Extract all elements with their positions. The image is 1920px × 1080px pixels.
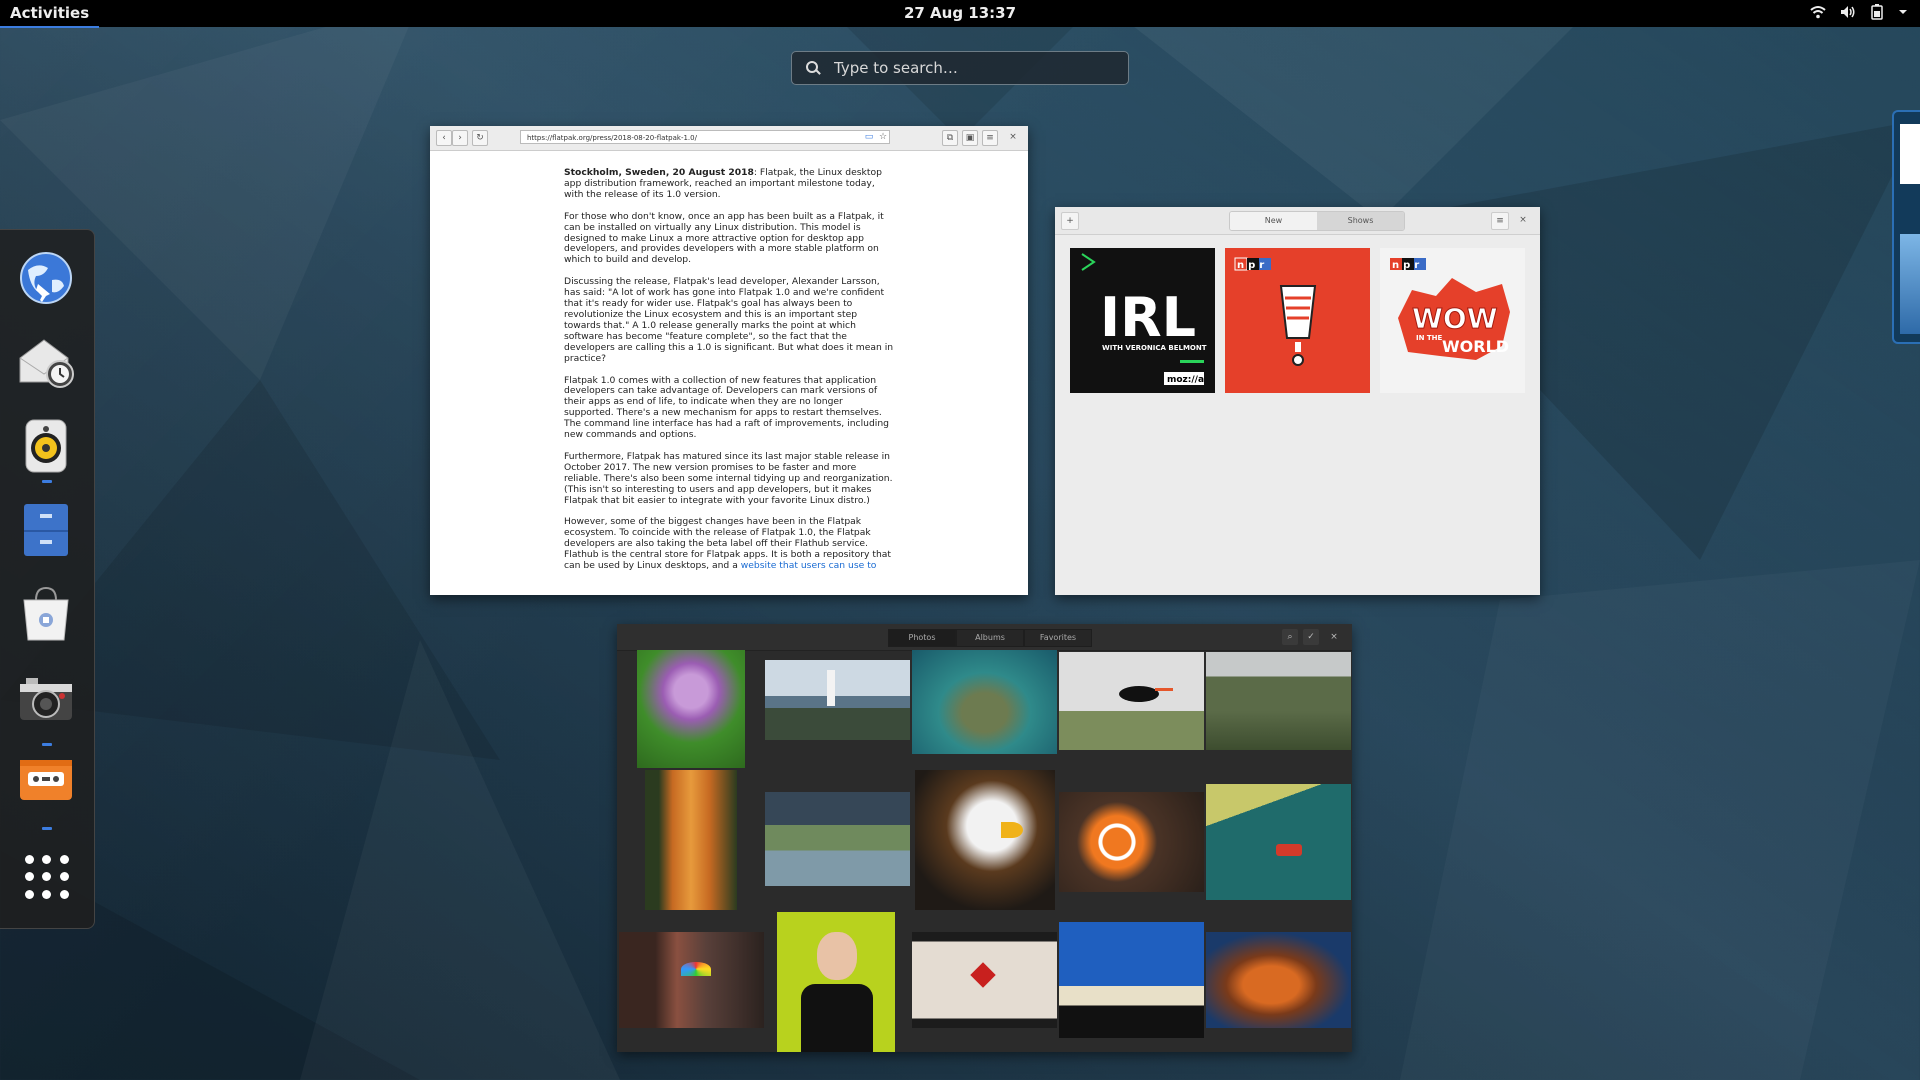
photos-view-switcher: Photos Albums Favorites <box>888 629 1092 647</box>
url-bar[interactable]: https://flatpak.org/press/2018-08-20-fla… <box>520 130 890 144</box>
close-icon[interactable]: × <box>1515 212 1531 228</box>
svg-text:IN THE: IN THE <box>1416 334 1443 342</box>
photo-orchid[interactable] <box>637 650 745 768</box>
photo-zebra[interactable] <box>765 792 910 886</box>
npr-logo: npr <box>1392 260 1423 271</box>
search-icon <box>806 61 820 75</box>
photos-window[interactable]: Photos Albums Favorites ⌕ ✓ × <box>617 624 1352 1052</box>
dash <box>0 229 95 929</box>
photo-sea-turtle[interactable] <box>912 650 1057 754</box>
podcast-cover-wow-in-the-world[interactable]: npr WOW IN THE WORLD <box>1380 248 1525 393</box>
close-icon[interactable]: × <box>1326 629 1342 645</box>
photo-umbrellas-street[interactable] <box>619 932 764 1028</box>
article-paragraph: Discussing the release, Flatpak's lead d… <box>564 276 894 364</box>
svg-text:WORLD: WORLD <box>1442 337 1509 356</box>
browser-window[interactable]: ‹ › ↻ https://flatpak.org/press/2018-08-… <box>430 126 1028 595</box>
close-icon[interactable]: × <box>1006 130 1020 144</box>
mozilla-logo: moz://a <box>1167 375 1204 385</box>
top-bar: Activities 27 Aug 13:37 <box>0 0 1920 28</box>
workspace-thumbnail[interactable] <box>1892 110 1920 344</box>
view-switcher: New Shows <box>1229 211 1405 231</box>
pages-icon[interactable]: ⧉ <box>942 130 958 146</box>
wifi-icon <box>1810 6 1826 19</box>
podcast-cover-irl[interactable]: IRL WITH VERONICA BELMONT moz://a <box>1070 248 1215 393</box>
photo-sleeping-fox[interactable] <box>1206 932 1351 1028</box>
article-paragraph: Stockholm, Sweden, 20 August 2018: Flatp… <box>564 167 882 200</box>
photo-oystercatcher[interactable] <box>1059 652 1204 750</box>
clock[interactable]: 27 Aug 13:37 <box>0 4 1920 22</box>
system-menu-arrow-icon <box>1899 10 1907 14</box>
podcast-subtitle: WITH VERONICA BELMONT <box>1102 344 1207 352</box>
article-paragraph: Furthermore, Flatpak has matured since i… <box>564 450 893 506</box>
menu-icon[interactable]: ≡ <box>982 130 998 146</box>
podcasts-headerbar: + New Shows ≡ × <box>1055 207 1540 235</box>
article-body: Stockholm, Sweden, 20 August 2018: Flatp… <box>564 167 894 583</box>
system-tray[interactable] <box>1810 4 1908 20</box>
tab-albums[interactable]: Albums <box>956 629 1024 647</box>
add-podcast-button[interactable]: + <box>1061 212 1079 230</box>
article-paragraph: Flatpak 1.0 comes with a collection of n… <box>564 374 889 441</box>
tab-favorites[interactable]: Favorites <box>1024 629 1092 647</box>
photo-lighthouse[interactable] <box>765 660 910 740</box>
photo-canyon[interactable] <box>1206 652 1351 750</box>
photo-jumping-silhouettes[interactable] <box>1059 922 1204 1038</box>
running-indicator <box>42 743 52 746</box>
running-indicator <box>42 827 52 830</box>
podcast-title: WOW <box>1412 302 1498 335</box>
evolution-mail-icon[interactable] <box>18 334 74 390</box>
software-icon[interactable] <box>18 586 74 642</box>
files-icon[interactable] <box>18 502 74 558</box>
article-paragraph: For those who don't know, once an app ha… <box>564 210 884 266</box>
reload-icon[interactable]: ↻ <box>472 130 488 146</box>
photo-boy-watermelon[interactable] <box>777 912 895 1052</box>
search-input[interactable] <box>832 58 1116 78</box>
downloads-icon[interactable]: ▣ <box>962 130 978 146</box>
tab-new[interactable]: New <box>1230 212 1317 230</box>
photo-heart-graffiti[interactable] <box>912 932 1057 1028</box>
podcasts-window[interactable]: + New Shows ≡ × IRL WITH VERONICA BELMON… <box>1055 207 1540 595</box>
cassette-tape-icon[interactable] <box>18 754 74 810</box>
search-icon[interactable]: ⌕ <box>1282 629 1298 645</box>
rhythmbox-icon[interactable] <box>18 418 74 474</box>
photos-headerbar: Photos Albums Favorites ⌕ ✓ × <box>617 624 1352 651</box>
web-browser-icon[interactable] <box>18 250 74 306</box>
flathub-website-link[interactable]: website that users can use to <box>741 560 877 571</box>
bookmark-star-icon[interactable]: ☆ <box>876 130 890 144</box>
podcast-title: IRL <box>1100 286 1196 349</box>
back-icon[interactable]: ‹ <box>436 130 452 146</box>
browser-toolbar: ‹ › ↻ https://flatpak.org/press/2018-08-… <box>430 126 1028 151</box>
cheese-camera-icon[interactable] <box>18 670 74 726</box>
photo-toy-car[interactable] <box>1206 784 1351 900</box>
tab-photos[interactable]: Photos <box>888 629 956 647</box>
forward-icon[interactable]: › <box>452 130 468 146</box>
running-indicator <box>42 480 52 483</box>
photo-tiger[interactable] <box>645 770 737 910</box>
reader-mode-icon[interactable]: ▭ <box>862 130 876 144</box>
menu-icon[interactable]: ≡ <box>1491 212 1509 230</box>
tab-shows[interactable]: Shows <box>1317 212 1404 230</box>
photo-clownfish[interactable] <box>1059 792 1204 892</box>
photo-eagle[interactable] <box>915 770 1055 910</box>
select-check-icon[interactable]: ✓ <box>1303 629 1319 645</box>
npr-logo: npr <box>1237 260 1268 271</box>
podcast-cover-npr[interactable]: npr <box>1225 248 1370 393</box>
battery-icon <box>1871 4 1883 20</box>
volume-icon <box>1841 6 1855 18</box>
show-applications-icon[interactable] <box>25 855 69 899</box>
article-paragraph: However, some of the biggest changes hav… <box>564 516 892 572</box>
search-entry[interactable] <box>791 51 1129 85</box>
